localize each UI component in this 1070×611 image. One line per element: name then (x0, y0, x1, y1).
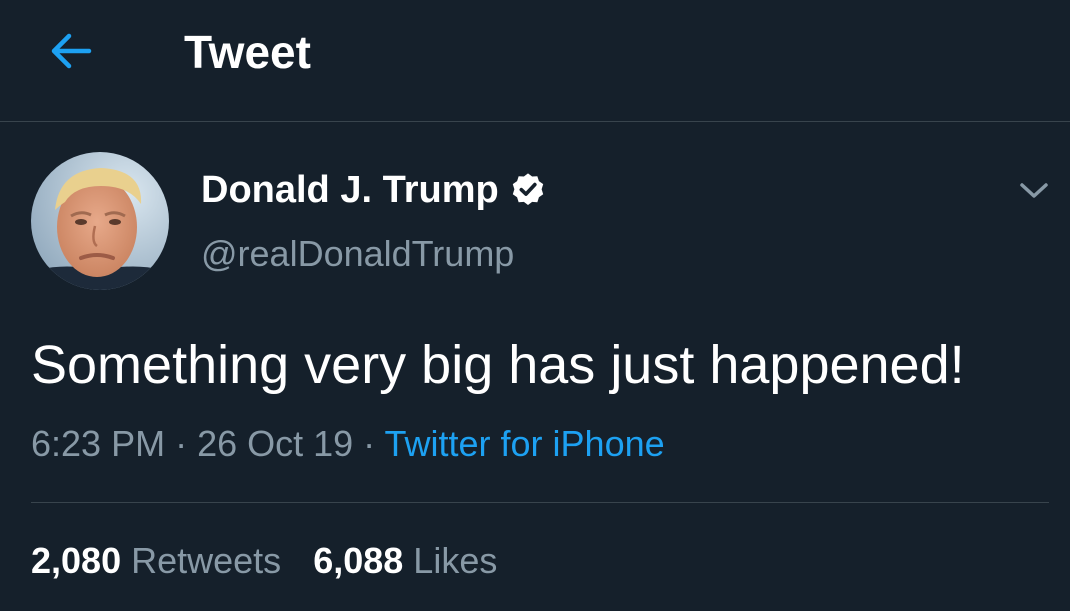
tweet-text: Something very big has just happened! (31, 335, 965, 395)
verified-badge-icon (512, 173, 543, 206)
author-name-text: Donald J. Trump (201, 169, 499, 211)
divider (31, 502, 1049, 503)
tweet-time: 6:23 PM (31, 423, 166, 464)
meta-separator: · (165, 423, 198, 464)
tweet-date: 26 Oct 19 (197, 423, 354, 464)
back-button[interactable] (40, 20, 102, 82)
tweet-metadata: 6:23 PM · 26 Oct 19 · Twitter for iPhone (31, 420, 665, 468)
likes-label: Likes (413, 540, 498, 581)
top-app-bar: Tweet (0, 0, 1070, 122)
avatar[interactable] (31, 152, 169, 290)
chevron-down-icon (1020, 183, 1048, 198)
likes-stat[interactable]: 6,088 Likes (313, 537, 497, 585)
meta-separator: · (353, 423, 385, 464)
profile-photo (31, 152, 169, 290)
retweets-label: Retweets (131, 540, 282, 581)
retweets-count: 2,080 (31, 540, 122, 581)
likes-count: 6,088 (313, 540, 404, 581)
tweet-stats: 2,080 Retweets 6,088 Likes (31, 537, 497, 585)
tweet-menu-button[interactable] (1012, 170, 1056, 210)
page-title: Tweet (184, 26, 311, 78)
tweet-source-link[interactable]: Twitter for iPhone (385, 423, 665, 464)
arrow-left-icon (51, 33, 92, 69)
author-handle[interactable]: @realDonaldTrump (201, 230, 514, 278)
retweets-stat[interactable]: 2,080 Retweets (31, 537, 281, 585)
author-display-name[interactable]: Donald J. Trump (201, 166, 547, 214)
